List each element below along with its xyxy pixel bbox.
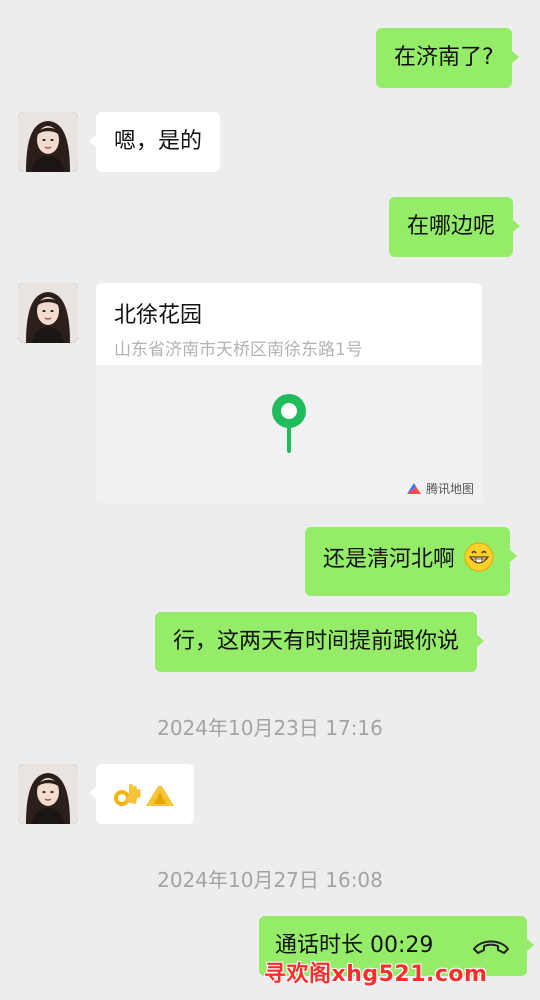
map-brand-label: 腾讯地图 bbox=[425, 482, 474, 496]
message-bubble-outgoing[interactable]: 在济南了? bbox=[376, 28, 519, 88]
chat-timestamp: 2024年10月23日 17:16 bbox=[157, 716, 383, 740]
message-bubble-incoming[interactable]: 嗯，是的 bbox=[88, 112, 221, 172]
contact-avatar[interactable] bbox=[18, 112, 78, 172]
grinning-face-icon bbox=[464, 542, 494, 581]
call-duration-label: 通话时长 00:29 bbox=[275, 933, 434, 958]
avatar-image bbox=[18, 112, 78, 172]
tencent-map-logo-icon bbox=[406, 482, 421, 494]
ok-hand-icon bbox=[112, 780, 142, 819]
location-map-preview[interactable]: 腾讯地图 bbox=[96, 365, 482, 503]
location-address: 山东省济南市天桥区南徐东路1号 bbox=[114, 340, 363, 360]
contact-avatar[interactable] bbox=[18, 283, 78, 343]
chat-timestamp: 2024年10月27日 16:08 bbox=[157, 868, 383, 892]
pinching-hand-icon bbox=[144, 780, 176, 819]
message-bubble-outgoing[interactable]: 行，这两天有时间提前跟你说 bbox=[155, 612, 485, 672]
message-text: 嗯，是的 bbox=[114, 129, 203, 154]
message-text: 行，这两天有时间提前跟你说 bbox=[173, 629, 460, 654]
message-bubble-outgoing[interactable]: 还是清河北啊 bbox=[305, 527, 518, 596]
message-text: 在哪边呢 bbox=[407, 214, 496, 239]
message-bubble-outgoing[interactable]: 在哪边呢 bbox=[389, 197, 521, 257]
avatar-image bbox=[18, 764, 78, 824]
contact-avatar[interactable] bbox=[18, 764, 78, 824]
location-name: 北徐花园 bbox=[114, 303, 203, 328]
message-text: 在济南了? bbox=[394, 45, 494, 70]
message-text: 还是清河北啊 bbox=[323, 547, 456, 572]
watermark-text: 寻欢阁xhg521.com bbox=[264, 962, 488, 987]
map-brand: 腾讯地图 bbox=[406, 480, 474, 497]
avatar-image bbox=[18, 283, 78, 343]
message-bubble-incoming[interactable] bbox=[89, 764, 194, 824]
location-message-card[interactable]: 北徐花园 山东省济南市天桥区南徐东路1号 腾讯地图 bbox=[96, 283, 482, 503]
